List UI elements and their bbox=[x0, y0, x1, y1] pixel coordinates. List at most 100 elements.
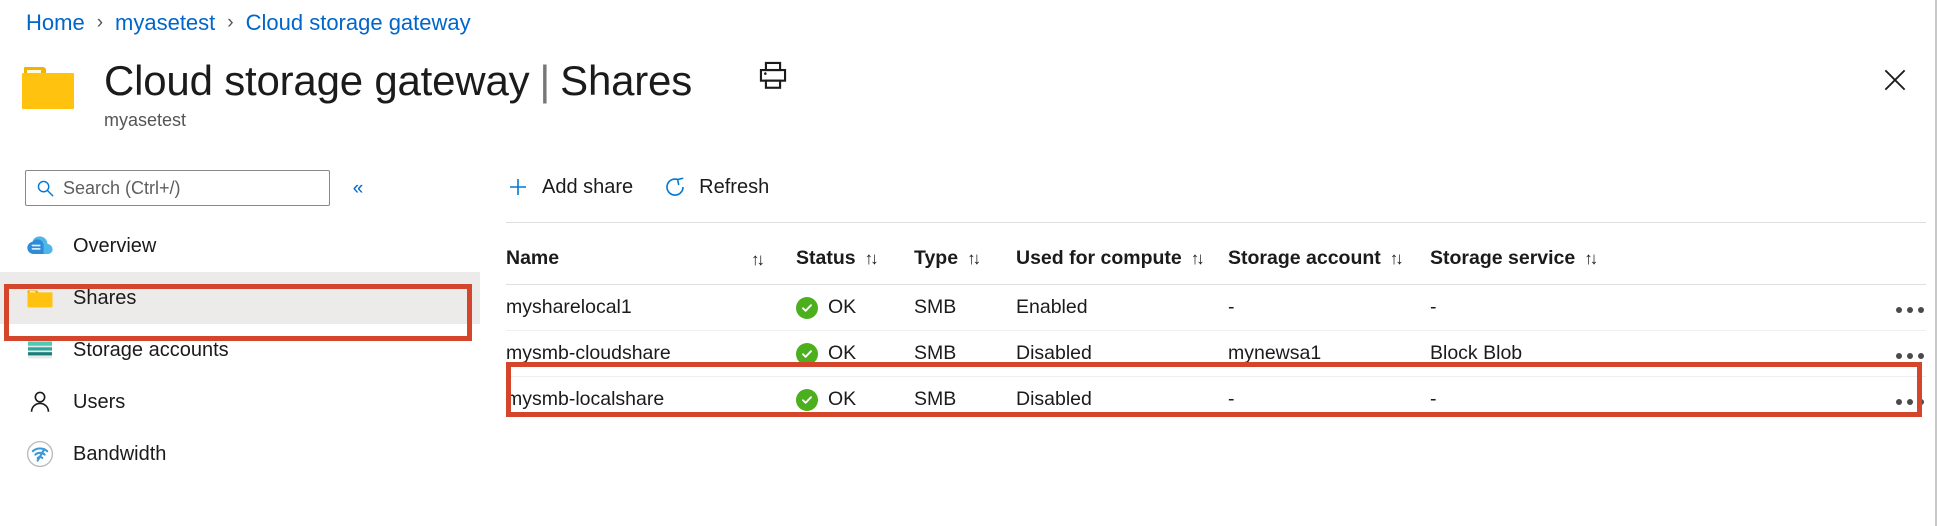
storage-account-icon bbox=[25, 335, 55, 365]
cell-status: OK bbox=[796, 285, 914, 331]
status-label: OK bbox=[828, 388, 856, 411]
breadcrumb-item-cloud-storage-gateway[interactable]: Cloud storage gateway bbox=[246, 10, 471, 36]
table-header: Name ↑↓ Status ↑↓ Type ↑↓ bbox=[506, 237, 1926, 285]
page-title: Cloud storage gateway | Shares bbox=[104, 55, 692, 107]
table-row[interactable]: mysmb-cloudshare OK SMB Disabled mynewsa… bbox=[506, 331, 1926, 377]
bandwidth-icon bbox=[25, 439, 55, 469]
shares-table: Name ↑↓ Status ↑↓ Type ↑↓ bbox=[506, 237, 1926, 423]
table-row[interactable]: mysharelocal1 OK SMB Enabled - - bbox=[506, 285, 1926, 331]
add-share-button[interactable]: Add share bbox=[506, 167, 633, 207]
search-box[interactable] bbox=[25, 170, 330, 206]
more-actions-icon[interactable] bbox=[1894, 393, 1926, 411]
table-header-row: Name ↑↓ Status ↑↓ Type ↑↓ bbox=[506, 237, 1926, 285]
sidebar-nav-list: Overview Shares bbox=[0, 220, 480, 480]
refresh-button[interactable]: Refresh bbox=[663, 167, 769, 207]
search-icon bbox=[36, 179, 55, 198]
user-icon bbox=[25, 387, 55, 417]
cell-status: OK bbox=[796, 377, 914, 423]
page-title-resource: Cloud storage gateway bbox=[104, 55, 529, 107]
sidebar-item-label: Storage accounts bbox=[73, 339, 229, 362]
column-header-label: Status bbox=[796, 247, 856, 270]
folder-icon bbox=[22, 65, 74, 109]
breadcrumb-separator-icon: › bbox=[227, 12, 233, 34]
close-icon bbox=[1884, 69, 1906, 91]
status-ok-icon bbox=[796, 389, 818, 411]
cell-actions bbox=[1645, 377, 1926, 423]
column-header-label: Type bbox=[914, 247, 958, 270]
sidebar-item-label: Shares bbox=[73, 287, 136, 310]
cell-name[interactable]: mysmb-cloudshare bbox=[506, 331, 796, 377]
sidebar-item-label: Users bbox=[73, 391, 125, 414]
sort-icon[interactable]: ↑↓ bbox=[1584, 249, 1595, 269]
command-bar-divider bbox=[506, 222, 1926, 223]
search-input[interactable] bbox=[63, 178, 329, 199]
sidebar: « Overview bbox=[0, 130, 480, 526]
column-header-label: Used for compute bbox=[1016, 247, 1182, 270]
column-header-label: Name bbox=[506, 247, 559, 270]
cell-used-for-compute: Enabled bbox=[1016, 285, 1228, 331]
sidebar-item-bandwidth[interactable]: Bandwidth bbox=[0, 428, 480, 480]
column-header-name[interactable]: Name ↑↓ bbox=[506, 237, 796, 285]
breadcrumb-separator-icon: › bbox=[97, 12, 103, 34]
plus-icon bbox=[506, 175, 530, 199]
page-header: Cloud storage gateway | Shares myasetest bbox=[22, 55, 692, 131]
sort-icon[interactable]: ↑↓ bbox=[1390, 249, 1401, 269]
table-body: mysharelocal1 OK SMB Enabled - - bbox=[506, 285, 1926, 423]
sidebar-item-users[interactable]: Users bbox=[0, 376, 480, 428]
cell-storage-service: Block Blob bbox=[1430, 331, 1645, 377]
sort-icon[interactable]: ↑↓ bbox=[1191, 249, 1202, 269]
cell-name[interactable]: mysmb-localshare bbox=[506, 377, 796, 423]
refresh-label: Refresh bbox=[699, 176, 769, 199]
column-header-used-for-compute[interactable]: Used for compute ↑↓ bbox=[1016, 237, 1228, 285]
cell-actions bbox=[1645, 285, 1926, 331]
cell-storage-account: - bbox=[1228, 285, 1430, 331]
column-header-storage-account[interactable]: Storage account ↑↓ bbox=[1228, 237, 1430, 285]
cell-actions bbox=[1645, 331, 1926, 377]
more-actions-icon[interactable] bbox=[1894, 347, 1926, 365]
cell-used-for-compute: Disabled bbox=[1016, 377, 1228, 423]
portal-blade: Home › myasetest › Cloud storage gateway… bbox=[0, 0, 1937, 526]
sidebar-item-storage-accounts[interactable]: Storage accounts bbox=[0, 324, 480, 376]
breadcrumb-item-myasetest[interactable]: myasetest bbox=[115, 10, 215, 36]
cell-name[interactable]: mysharelocal1 bbox=[506, 285, 796, 331]
cell-storage-account: - bbox=[1228, 377, 1430, 423]
cell-type: SMB bbox=[914, 377, 1016, 423]
add-share-label: Add share bbox=[542, 176, 633, 199]
column-header-storage-service[interactable]: Storage service ↑↓ bbox=[1430, 237, 1645, 285]
folder-icon bbox=[25, 283, 55, 313]
sort-icon[interactable]: ↑↓ bbox=[865, 249, 876, 269]
breadcrumb: Home › myasetest › Cloud storage gateway bbox=[26, 8, 471, 38]
column-header-type[interactable]: Type ↑↓ bbox=[914, 237, 1016, 285]
sort-icon[interactable]: ↑↓ bbox=[751, 250, 762, 270]
page-subtitle: myasetest bbox=[104, 109, 692, 131]
sort-icon[interactable]: ↑↓ bbox=[967, 249, 978, 269]
cell-type: SMB bbox=[914, 285, 1016, 331]
shares-panel: Add share Refresh bbox=[506, 160, 1926, 423]
close-button[interactable] bbox=[1877, 62, 1913, 98]
status-label: OK bbox=[828, 342, 856, 365]
more-actions-icon[interactable] bbox=[1894, 301, 1926, 319]
table-row[interactable]: mysmb-localshare OK SMB Disabled - - bbox=[506, 377, 1926, 423]
cell-storage-account: mynewsa1 bbox=[1228, 331, 1430, 377]
cell-storage-service: - bbox=[1430, 285, 1645, 331]
status-ok-icon bbox=[796, 297, 818, 319]
cell-status: OK bbox=[796, 331, 914, 377]
status-label: OK bbox=[828, 296, 856, 319]
column-header-actions bbox=[1645, 237, 1926, 285]
collapse-sidebar-button[interactable]: « bbox=[345, 178, 371, 200]
sidebar-item-overview[interactable]: Overview bbox=[0, 220, 480, 272]
sidebar-item-shares[interactable]: Shares bbox=[0, 272, 480, 324]
column-header-status[interactable]: Status ↑↓ bbox=[796, 237, 914, 285]
command-bar: Add share Refresh bbox=[506, 160, 1926, 214]
sidebar-item-label: Overview bbox=[73, 235, 156, 258]
printer-icon[interactable] bbox=[756, 58, 790, 92]
cloud-icon bbox=[25, 231, 55, 261]
sidebar-item-label: Bandwidth bbox=[73, 443, 166, 466]
breadcrumb-item-home[interactable]: Home bbox=[26, 10, 85, 36]
status-ok-icon bbox=[796, 343, 818, 365]
column-header-label: Storage account bbox=[1228, 247, 1381, 270]
cell-storage-service: - bbox=[1430, 377, 1645, 423]
column-header-label: Storage service bbox=[1430, 247, 1575, 270]
cell-used-for-compute: Disabled bbox=[1016, 331, 1228, 377]
refresh-icon bbox=[663, 175, 687, 199]
